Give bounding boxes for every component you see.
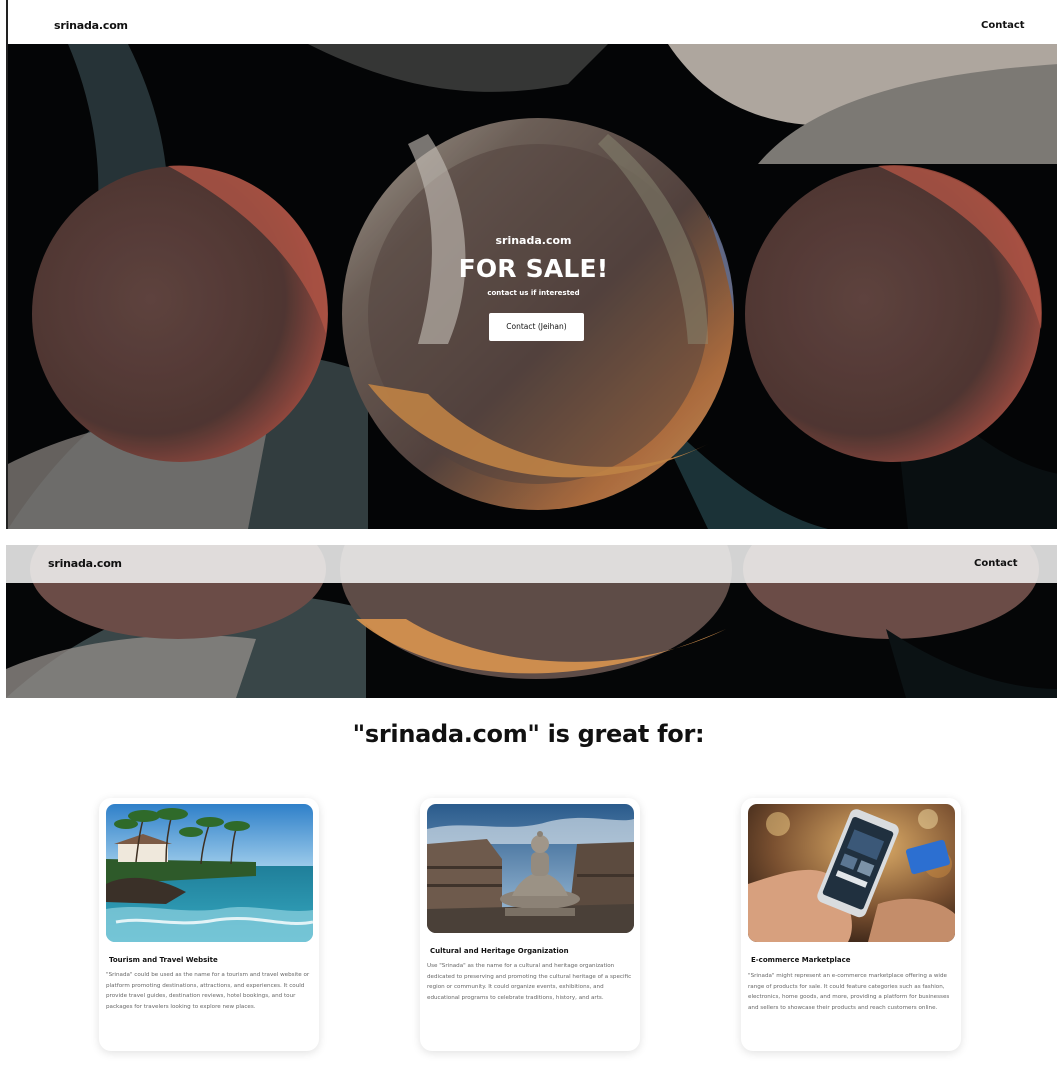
card-cultural[interactable]: Cultural and Heritage Organization Use "… [420,798,640,1051]
card-tourism[interactable]: Tourism and Travel Website "Srinada" cou… [99,798,319,1051]
top-navbar: srinada.com Contact [6,0,1057,44]
card-description: Use "Srinada" as the name for a cultural… [427,963,632,1001]
sticky-header-strip: srinada.com Contact [6,529,1057,698]
sticky-navbar: srinada.com Contact [6,545,1057,583]
hero-section: srinada.com FOR SALE! contact us if inte… [6,44,1057,529]
contact-cta-button[interactable]: Contact (Jeihan) [489,313,584,341]
sticky-contact-link[interactable]: Contact [974,558,1018,569]
section-title: "srinada.com" is great for: [352,720,705,748]
hero-domain: srinada.com [495,234,572,247]
beach-photo [106,804,313,942]
strip-top-band [6,529,1057,545]
brand-logo[interactable]: srinada.com [54,19,128,32]
card-description: "Srinada" could be used as the name for … [106,972,310,1010]
hero-headline: FOR SALE! [458,254,609,283]
card-title: E-commerce Marketplace [751,956,851,964]
sticky-brand-logo[interactable]: srinada.com [48,557,122,570]
nav-contact-link[interactable]: Contact [981,20,1025,31]
phone-shopping-photo [748,804,955,942]
card-ecommerce[interactable]: E-commerce Marketplace "Srinada" might r… [741,798,961,1051]
card-description: "Srinada" might represent an e-commerce … [748,973,950,1011]
card-title: Tourism and Travel Website [109,956,218,964]
hero-subtext: contact us if interested [487,289,580,297]
hero-overlay [8,44,1057,529]
card-title: Cultural and Heritage Organization [430,947,569,955]
buddha-statue-photo [427,804,634,933]
